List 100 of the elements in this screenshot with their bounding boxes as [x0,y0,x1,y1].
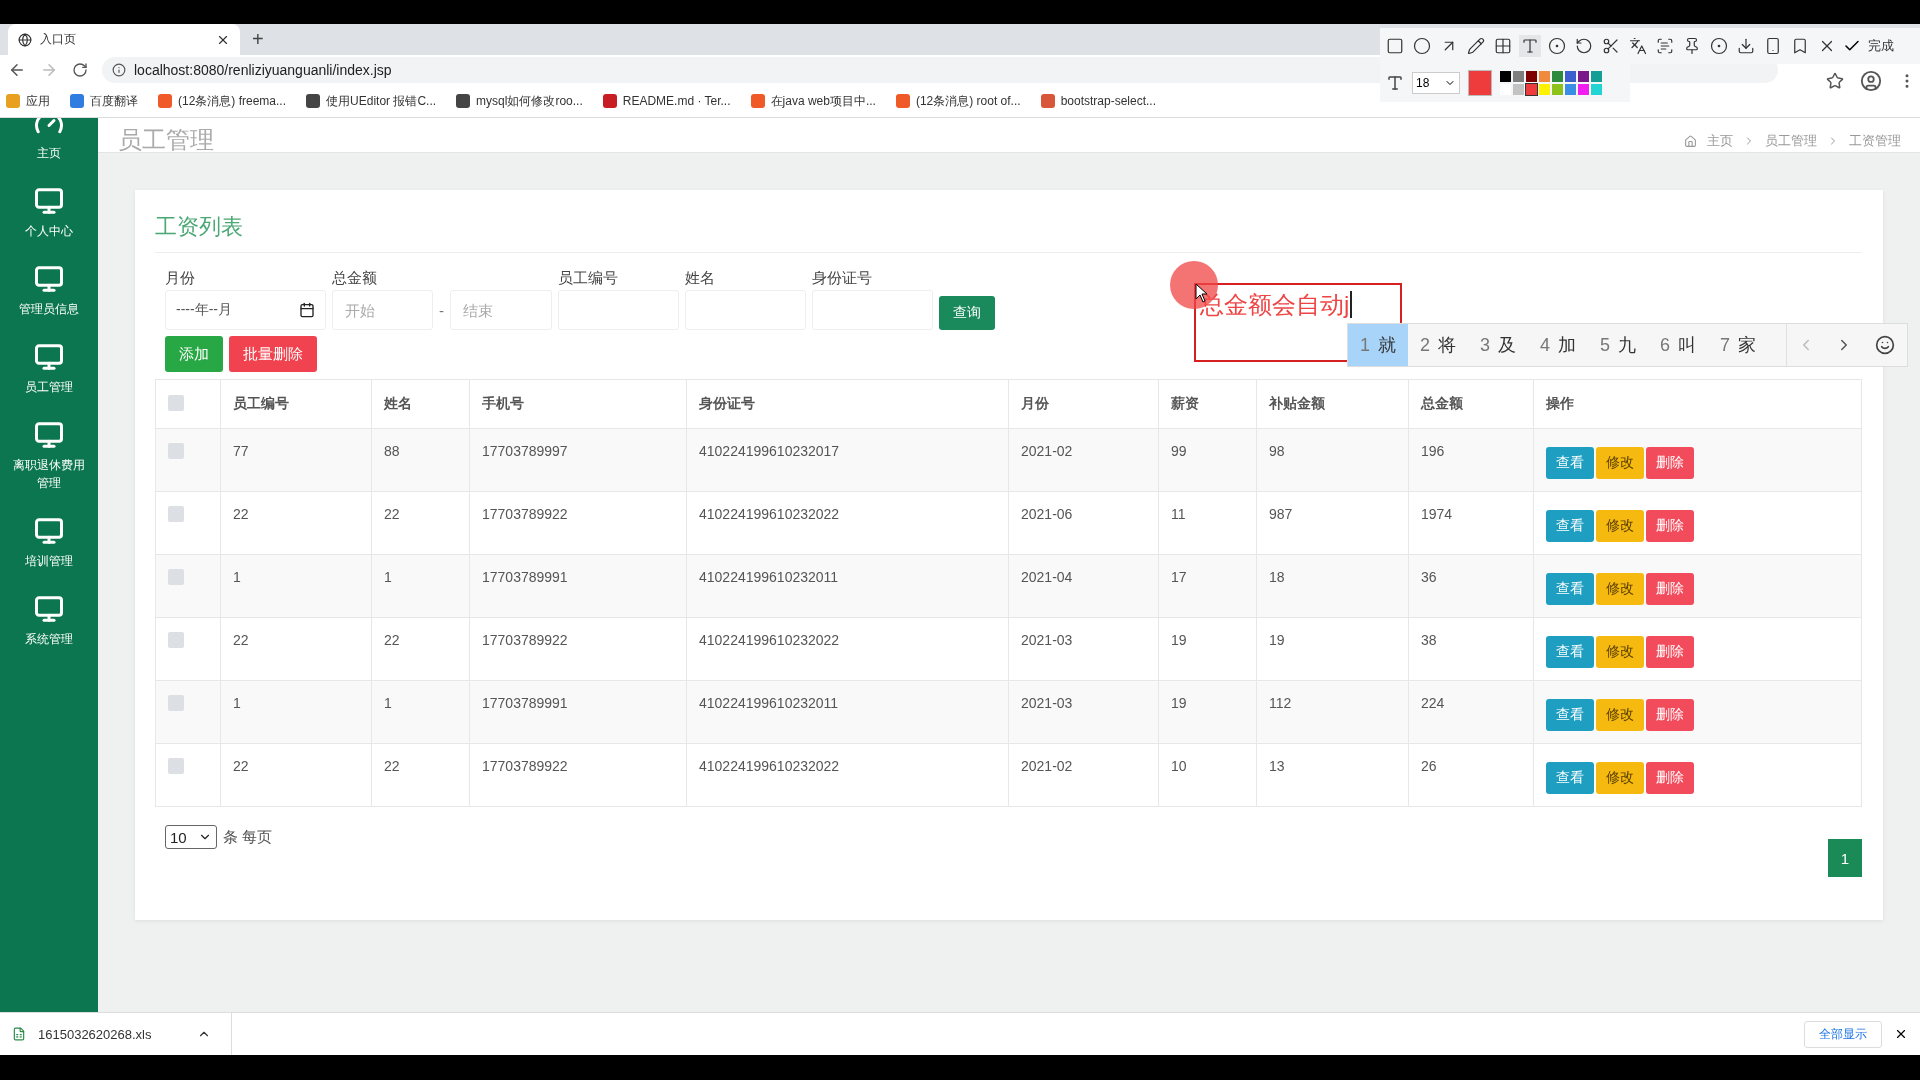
bookmark[interactable]: (12条消息) freema... [158,92,287,110]
month-field[interactable]: ----年--月 [165,290,326,330]
color-swatch[interactable] [1591,84,1602,95]
table-cell: 17703789922 [469,617,687,681]
color-swatch[interactable] [1552,84,1563,95]
translate-icon[interactable] [1627,35,1649,57]
color-swatch[interactable] [1552,71,1563,82]
row-checkbox[interactable] [168,758,184,774]
font-size-select[interactable]: 18 [1412,72,1460,94]
search-button[interactable]: 查询 [939,296,995,330]
text-icon[interactable] [1519,35,1541,57]
max-amount-field[interactable]: 结束 [450,290,552,330]
view-button[interactable]: 查看 [1546,510,1594,542]
browser-tab[interactable]: 入口页 [8,24,240,55]
edit-button[interactable]: 修改 [1596,762,1644,794]
color-swatch[interactable] [1500,71,1511,82]
select-all-checkbox[interactable] [168,394,184,411]
account-icon[interactable] [1860,70,1882,92]
ime-candidate[interactable]: 2 将 [1408,324,1469,366]
add-button[interactable]: 添加 [165,336,223,372]
done-button[interactable]: 完成 [1866,35,1896,57]
reload-icon[interactable] [72,62,88,78]
edit-button[interactable]: 修改 [1596,699,1644,731]
color-swatch[interactable] [1578,71,1589,82]
delete-button[interactable]: 删除 [1646,636,1694,668]
batch-delete-button[interactable]: 批量删除 [229,336,317,372]
edit-button[interactable]: 修改 [1596,447,1644,479]
emoji-icon[interactable] [1875,335,1895,355]
row-checkbox[interactable] [168,695,184,711]
page-button[interactable]: 1 [1828,839,1862,877]
sidebar-item[interactable]: 管理员信息 [0,254,98,332]
delete-button[interactable]: 删除 [1646,510,1694,542]
row-checkbox[interactable] [168,632,184,648]
table-cell: 17703789922 [469,743,687,807]
bookmark[interactable]: README.md · Ter... [602,94,731,108]
sidebar-item[interactable]: 系统管理 [0,584,98,662]
row-checkbox[interactable] [168,443,184,459]
ime-candidate[interactable]: 7 家 [1708,324,1769,366]
new-tab-button[interactable]: + [252,28,264,51]
column-header: 月份 [1008,379,1159,429]
view-button[interactable]: 查看 [1546,573,1594,605]
delete-button[interactable]: 删除 [1646,762,1694,794]
edit-button[interactable]: 修改 [1596,510,1644,542]
color-swatch[interactable] [1513,71,1524,82]
ime-candidate[interactable]: 1 就 [1348,324,1408,366]
sidebar-item[interactable]: 主页 [0,118,98,176]
color-swatch[interactable] [1565,84,1576,95]
color-swatch[interactable] [1565,71,1576,82]
view-button[interactable]: 查看 [1546,699,1594,731]
min-amount-field[interactable]: 开始 [332,290,433,330]
bookmark[interactable]: 使用UEditor 报错C... [306,92,437,110]
edit-button[interactable]: 修改 [1596,573,1644,605]
color-swatch[interactable] [1539,84,1550,95]
delete-button[interactable]: 删除 [1646,699,1694,731]
sidebar-item[interactable]: 个人中心 [0,176,98,254]
sidebar-item[interactable]: 培训管理 [0,506,98,584]
color-swatch[interactable] [1591,71,1602,82]
color-swatch[interactable] [1526,71,1537,82]
table-cell: 99 [1158,428,1257,492]
row-checkbox[interactable] [168,506,184,522]
view-button[interactable]: 查看 [1546,636,1594,668]
page-size-select[interactable]: 10 [165,825,217,849]
bookmark[interactable]: mysql如何修改roo... [456,92,583,110]
bookmark[interactable]: 在java web项目中... [750,92,876,110]
row-checkbox[interactable] [168,569,184,585]
edit-button[interactable]: 修改 [1596,636,1644,668]
view-button[interactable]: 查看 [1546,447,1594,479]
breadcrumb-link[interactable]: 工资管理 [1849,132,1901,150]
bookmark[interactable]: (12条消息) root of... [895,92,1021,110]
delete-button[interactable]: 删除 [1646,447,1694,479]
star-icon[interactable] [1826,72,1844,90]
color-swatch[interactable] [1578,84,1589,95]
bookmark[interactable]: 应用 [6,92,50,110]
ime-candidate[interactable]: 6 叫 [1648,324,1709,366]
circle-icon[interactable] [1411,35,1433,57]
table-cell: 22 [371,491,470,555]
show-all-button[interactable]: 全部显示 [1804,1020,1882,1048]
color-swatch[interactable] [1539,71,1550,82]
card-title: 工资列表 [155,204,1862,253]
breadcrumb-link[interactable]: 员工管理 [1765,132,1817,150]
breadcrumb-link[interactable]: 主页 [1707,132,1733,150]
ime-candidate[interactable]: 3 及 [1468,324,1529,366]
delete-button[interactable]: 删除 [1646,573,1694,605]
view-button[interactable]: 查看 [1546,762,1594,794]
close-icon[interactable] [1894,1027,1908,1041]
bookmark[interactable]: bootstrap-select... [1040,94,1156,108]
monitor-icon [34,516,64,546]
spreadsheet-icon [12,1027,26,1041]
color-swatch[interactable] [1513,84,1524,95]
bookmark[interactable]: 百度翻译 [70,92,138,110]
back-icon[interactable] [8,61,26,79]
pencil-icon[interactable] [1465,35,1487,57]
table-cell: 22 [371,743,470,807]
color-swatch[interactable] [1526,84,1537,95]
forward-icon[interactable] [40,61,58,79]
ime-candidate[interactable]: 5 九 [1588,324,1649,366]
sidebar-item[interactable]: 离职退休费用管理 [0,410,98,506]
ime-candidate[interactable]: 4 加 [1528,324,1589,366]
record-icon[interactable] [1708,35,1730,57]
sidebar-item[interactable]: 员工管理 [0,332,98,410]
